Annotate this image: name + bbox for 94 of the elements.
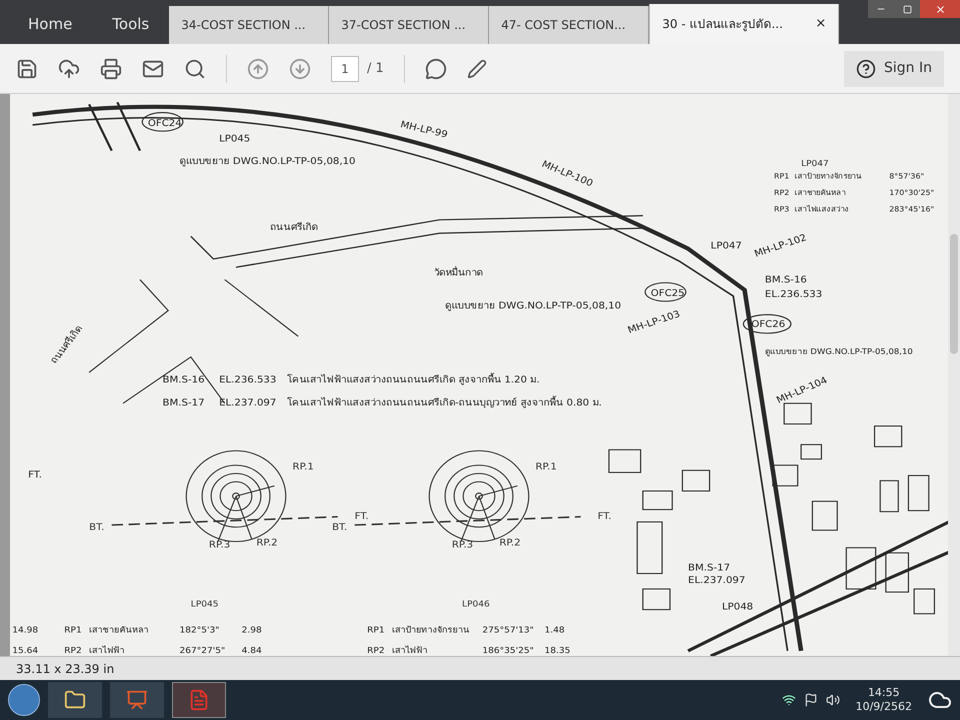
print-icon[interactable] xyxy=(100,58,122,80)
pen-icon[interactable] xyxy=(466,58,487,78)
folder-icon xyxy=(64,689,86,711)
map-label: ดูแบบขยาย DWG.NO.LP-TP-05,08,10 xyxy=(180,156,356,167)
diagram-label: RP.3 xyxy=(208,540,230,551)
tab-title: 34-COST SECTION ... xyxy=(181,17,306,34)
diagram-label: RP.3 xyxy=(452,540,474,551)
map-label: OFC24 xyxy=(148,118,182,129)
map-label: ดูแบบขยาย DWG.NO.LP-TP-05,08,10 xyxy=(445,300,622,312)
tab-title: 37-COST SECTION ... xyxy=(341,17,466,34)
page-number-field[interactable]: 1 xyxy=(331,56,359,82)
flag-icon[interactable] xyxy=(804,693,818,707)
previous-page-icon[interactable] xyxy=(247,58,269,80)
help-icon xyxy=(856,58,876,78)
close-icon xyxy=(934,4,946,14)
map-label: BM.S-16 xyxy=(764,275,807,286)
sign-in-button[interactable]: Sign In xyxy=(844,50,944,86)
document-tab[interactable]: 37-COST SECTION ... xyxy=(329,6,490,44)
document-icon xyxy=(188,689,210,711)
table-cell: RP1 xyxy=(367,626,385,636)
diagram-label: RP.2 xyxy=(256,538,278,549)
map-label: วัดหมื่นกาด xyxy=(434,268,483,278)
table-title: LP046 xyxy=(462,600,490,610)
clock-date: 10/9/2562 xyxy=(856,700,912,714)
diagram-label: BT. xyxy=(332,522,348,534)
page-total: / 1 xyxy=(367,60,384,78)
note-mark: BM.S-17 xyxy=(162,398,205,408)
table-cell: 267°27'5" xyxy=(180,646,226,656)
note-text: โคนเสาไฟฟ้าแสงสว่างถนนถนนศรีเกิด-ถนนบุญวาทย์ สูงจากพื้น 0.80 ม. xyxy=(286,398,602,408)
map-label: BM.S-17 xyxy=(688,562,730,574)
taskbar-app-button[interactable] xyxy=(110,682,164,718)
table-cell: RP1 xyxy=(64,626,82,636)
table-cell: RP2 xyxy=(64,646,82,656)
table-cell: เสาป้ายทางจักรยาน xyxy=(392,626,470,636)
table-cell: เสาไฟฟ้า xyxy=(89,646,125,656)
note-elevation: EL.236.533 xyxy=(219,375,276,386)
document-tab[interactable]: 47- COST SECTION... xyxy=(489,6,650,44)
tab-title: 47- COST SECTION... xyxy=(501,17,626,34)
document-tab[interactable]: 30 - แปลนและรูปตัด... × xyxy=(649,4,840,44)
table-cell: เสาไฟฟ้า xyxy=(392,646,428,656)
taskbar-app-button[interactable] xyxy=(172,682,226,718)
diagram-label: RP.2 xyxy=(499,538,521,549)
legend-title: LP047 xyxy=(801,160,829,170)
note-elevation: EL.237.097 xyxy=(219,398,276,408)
map-label: OFC26 xyxy=(751,319,786,330)
table-cell: 275°57'13" xyxy=(482,626,534,636)
menu-tab[interactable]: Tools xyxy=(92,4,170,44)
scrollbar-thumb[interactable] xyxy=(950,234,958,354)
network-icon[interactable] xyxy=(782,693,796,707)
tab-close-button[interactable]: × xyxy=(815,14,826,34)
table-cell: 186°35'25" xyxy=(482,646,534,656)
vertical-scrollbar[interactable] xyxy=(948,94,960,656)
clock-time: 14:55 xyxy=(868,686,900,700)
table-cell: 182°5'3" xyxy=(180,626,220,636)
map-label: LP045 xyxy=(219,134,250,144)
diagram-label: BT. xyxy=(89,522,104,534)
page-size-text: 33.11 x 23.39 in xyxy=(16,660,114,678)
save-icon[interactable] xyxy=(16,58,38,80)
map-label: OFC25 xyxy=(650,288,685,299)
next-page-icon[interactable] xyxy=(289,58,311,80)
diagram-label: FT. xyxy=(598,511,612,522)
map-label: EL.237.097 xyxy=(688,575,746,586)
table-cell: เสาชายคันหลา xyxy=(89,626,149,636)
diagram-label: RP.1 xyxy=(292,462,314,472)
presentation-icon xyxy=(126,689,148,711)
comment-icon[interactable] xyxy=(424,58,447,80)
note-text: โคนเสาไฟฟ้าแสงสว่างถนนถนนศรีเกิด สูงจากพื้น 1.20 ม. xyxy=(286,375,540,386)
close-button[interactable] xyxy=(920,0,960,18)
map-label: LP048 xyxy=(722,602,754,612)
table-cell: 1.48 xyxy=(544,626,565,636)
table-cell: RP2 xyxy=(367,646,385,656)
table-cell: 4.84 xyxy=(242,646,262,656)
map-label: ถนนศรีเกิด xyxy=(270,222,318,233)
table-cell: 18.35 xyxy=(544,646,570,656)
table-cell: 15.64 xyxy=(12,646,38,656)
map-label: LP047 xyxy=(710,241,742,252)
table-cell: 14.98 xyxy=(12,626,38,636)
diagram-label: RP.1 xyxy=(536,462,557,472)
map-label: EL.236.533 xyxy=(764,290,822,300)
tab-title: 30 - แปลนและรูปตัด... xyxy=(662,16,783,33)
menu-tab[interactable]: Home xyxy=(8,4,92,44)
document-tab[interactable]: 34-COST SECTION ... xyxy=(169,6,330,44)
maximize-icon xyxy=(902,4,912,14)
diagram-label: FT. xyxy=(354,511,369,522)
table-title: LP045 xyxy=(190,600,219,610)
note-mark: BM.S-16 xyxy=(162,375,205,386)
maximize-button[interactable] xyxy=(894,0,920,18)
start-button[interactable] xyxy=(8,684,40,716)
table-cell: 2.98 xyxy=(242,626,262,636)
map-label: FT. xyxy=(28,470,42,480)
taskbar-app-button[interactable] xyxy=(48,682,102,718)
volume-icon[interactable] xyxy=(826,693,840,707)
search-icon[interactable] xyxy=(184,58,206,80)
upload-icon[interactable] xyxy=(58,58,80,80)
